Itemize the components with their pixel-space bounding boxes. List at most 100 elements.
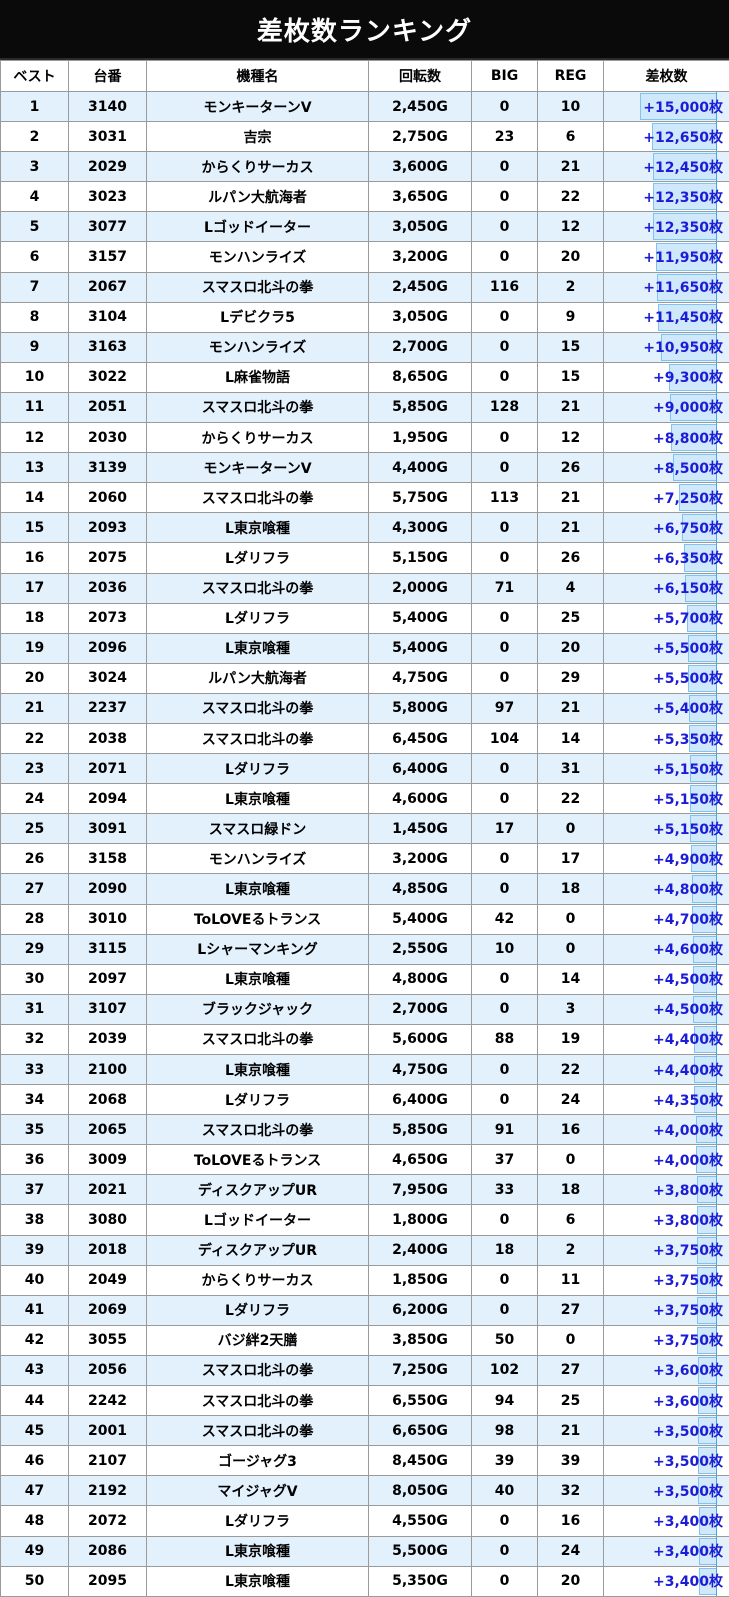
reg-cell: 4 [538,573,604,603]
diff-value: +4,350枚 [653,1093,723,1109]
spins-cell: 1,800G [369,1205,472,1235]
diff-cell: +11,450枚 [604,302,729,332]
diff-value: +12,350枚 [643,220,723,236]
reg-cell: 0 [538,1145,604,1175]
big-cell: 0 [472,1536,538,1566]
spins-cell: 2,750G [369,122,472,152]
table-row: 152093L東京喰種4,300G021+6,750枚 [1,513,729,543]
diff-cell: +3,500枚 [604,1446,729,1476]
col-header-big: BIG [472,61,538,92]
reg-cell: 22 [538,1055,604,1085]
col-header-reg: REG [538,61,604,92]
diff-cell: +5,350枚 [604,723,729,753]
table-row: 63157モンハンライズ3,200G020+11,950枚 [1,242,729,272]
diff-cell: +3,400枚 [604,1566,729,1596]
big-cell: 0 [472,633,538,663]
machine-number-cell: 3022 [69,362,147,392]
table-row: 452001スマスロ北斗の拳6,650G9821+3,500枚 [1,1416,729,1446]
reg-cell: 2 [538,1235,604,1265]
rank-cell: 36 [1,1145,69,1175]
diff-cell: +10,950枚 [604,332,729,362]
machine-number-cell: 2192 [69,1476,147,1506]
reg-cell: 11 [538,1265,604,1295]
diff-value: +3,800枚 [653,1183,723,1199]
diff-value: +3,750枚 [653,1303,723,1319]
reg-cell: 21 [538,693,604,723]
machine-name-cell: ToLOVEるトランス [147,904,369,934]
diff-cell: +3,500枚 [604,1476,729,1506]
big-cell: 0 [472,182,538,212]
reg-cell: 12 [538,423,604,453]
machine-number-cell: 3077 [69,212,147,242]
col-header-machine-number: 台番 [69,61,147,92]
diff-cell: +4,800枚 [604,874,729,904]
diff-value: +9,000枚 [653,400,723,416]
rank-cell: 16 [1,543,69,573]
rank-cell: 6 [1,242,69,272]
rank-cell: 21 [1,693,69,723]
diff-value: +3,400枚 [653,1574,723,1590]
table-row: 392018ディスクアップUR2,400G182+3,750枚 [1,1235,729,1265]
big-cell: 94 [472,1386,538,1416]
spins-cell: 2,450G [369,272,472,302]
machine-number-cell: 2060 [69,483,147,513]
spins-cell: 5,400G [369,904,472,934]
rank-cell: 20 [1,663,69,693]
reg-cell: 6 [538,122,604,152]
reg-cell: 16 [538,1506,604,1536]
reg-cell: 0 [538,934,604,964]
diff-cell: +4,900枚 [604,844,729,874]
table-row: 83104Lデビクラ53,050G09+11,450枚 [1,302,729,332]
diff-cell: +4,000枚 [604,1115,729,1145]
diff-value: +4,500枚 [653,1002,723,1018]
diff-value: +9,300枚 [653,370,723,386]
spins-cell: 3,850G [369,1325,472,1355]
machine-name-cell: スマスロ北斗の拳 [147,272,369,302]
spins-cell: 3,600G [369,152,472,182]
reg-cell: 21 [538,513,604,543]
spins-cell: 4,750G [369,663,472,693]
machine-number-cell: 2090 [69,874,147,904]
big-cell: 0 [472,1265,538,1295]
machine-number-cell: 3115 [69,934,147,964]
diff-value: +3,600枚 [653,1394,723,1410]
page-title: 差枚数ランキング [0,0,729,60]
diff-cell: +4,400枚 [604,1055,729,1085]
machine-name-cell: Lゴッドイーター [147,212,369,242]
table-row: 232071Lダリフラ6,400G031+5,150枚 [1,754,729,784]
rank-cell: 26 [1,844,69,874]
rank-cell: 46 [1,1446,69,1476]
big-cell: 0 [472,513,538,543]
machine-name-cell: モンハンライズ [147,844,369,874]
machine-number-cell: 3091 [69,814,147,844]
rank-cell: 7 [1,272,69,302]
spins-cell: 2,400G [369,1235,472,1265]
table-row: 103022L麻雀物語8,650G015+9,300枚 [1,362,729,392]
machine-number-cell: 3104 [69,302,147,332]
rank-cell: 4 [1,182,69,212]
big-cell: 0 [472,152,538,182]
diff-cell: +3,750枚 [604,1265,729,1295]
diff-cell: +3,600枚 [604,1386,729,1416]
table-row: 142060スマスロ北斗の拳5,750G11321+7,250枚 [1,483,729,513]
table-row: 272090L東京喰種4,850G018+4,800枚 [1,874,729,904]
diff-cell: +4,500枚 [604,964,729,994]
machine-name-cell: L東京喰種 [147,1566,369,1596]
spins-cell: 6,400G [369,754,472,784]
reg-cell: 26 [538,453,604,483]
diff-cell: +5,700枚 [604,603,729,633]
reg-cell: 26 [538,543,604,573]
table-row: 472192マイジャグV8,050G4032+3,500枚 [1,1476,729,1506]
rank-cell: 31 [1,994,69,1024]
rank-cell: 41 [1,1295,69,1325]
diff-value: +3,500枚 [653,1424,723,1440]
machine-name-cell: ルパン大航海者 [147,182,369,212]
big-cell: 113 [472,483,538,513]
spins-cell: 8,650G [369,362,472,392]
machine-name-cell: ゴージャグ3 [147,1446,369,1476]
rank-cell: 33 [1,1055,69,1085]
spins-cell: 2,550G [369,934,472,964]
spins-cell: 8,450G [369,1446,472,1476]
machine-number-cell: 2029 [69,152,147,182]
diff-value: +3,400枚 [653,1544,723,1560]
